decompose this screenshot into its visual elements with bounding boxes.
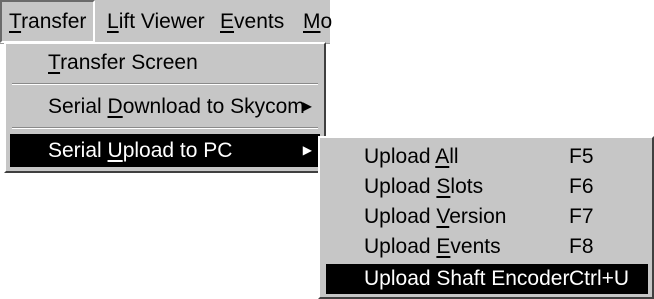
submenu-item-shortcut: F5 bbox=[569, 145, 594, 168]
menu-separator bbox=[12, 83, 318, 85]
submenu-item-label: Upload All bbox=[364, 145, 459, 168]
submenu-item-upload-events[interactable]: Upload Events F8 bbox=[326, 232, 648, 262]
menu-mo-accel: M bbox=[303, 10, 321, 33]
menu-bar: Transfer Lift Viewer Events Mo bbox=[0, 0, 332, 44]
submenu-item-upload-slots[interactable]: Upload Slots F6 bbox=[326, 172, 648, 202]
menu-item-label: Serial bbox=[48, 95, 108, 118]
menu-mo-label: o bbox=[320, 10, 333, 33]
upload-submenu: Upload All F5 Upload Slots F6 Upload Ver… bbox=[318, 136, 654, 299]
menu-events[interactable]: Events bbox=[213, 0, 291, 43]
menu-item-accel: D bbox=[107, 95, 123, 118]
submenu-item-upload-all[interactable]: Upload All F5 bbox=[326, 142, 648, 172]
application-window: Transfer Lift Viewer Events Mo Transfer … bbox=[0, 0, 654, 299]
menu-item-label: ransfer Screen bbox=[60, 51, 198, 74]
menu-transfer-label: ransfer bbox=[21, 10, 87, 33]
menu-item-label-rest: pload to PC bbox=[122, 139, 233, 162]
menu-events-accel: E bbox=[220, 10, 235, 33]
submenu-item-label: Upload Shaft Encoder bbox=[364, 267, 570, 290]
menu-item-label-rest: ownload to Skycom bbox=[122, 95, 305, 118]
submenu-arrow-icon: ▶ bbox=[302, 99, 312, 113]
menu-separator bbox=[12, 127, 318, 129]
submenu-arrow-icon: ▶ bbox=[302, 143, 312, 157]
menu-lift-viewer-accel: L bbox=[107, 10, 119, 33]
submenu-item-upload-version[interactable]: Upload Version F7 bbox=[326, 202, 648, 232]
submenu-item-shortcut: F8 bbox=[569, 235, 594, 258]
submenu-item-upload-shaft-encoder[interactable]: Upload Shaft Encoder Ctrl+U bbox=[326, 264, 648, 294]
submenu-item-label: Upload Slots bbox=[364, 175, 484, 198]
menu-item-transfer-screen[interactable]: Transfer Screen bbox=[10, 46, 320, 79]
menu-transfer[interactable]: Transfer bbox=[0, 0, 96, 43]
menu-events-label: vents bbox=[234, 10, 285, 33]
menu-mo[interactable]: Mo bbox=[296, 0, 339, 43]
menu-transfer-accel: T bbox=[9, 10, 22, 33]
submenu-item-shortcut: Ctrl+U bbox=[569, 267, 630, 290]
menu-lift-viewer[interactable]: Lift Viewer bbox=[100, 0, 212, 43]
submenu-item-label: Upload Version bbox=[364, 205, 507, 228]
menu-item-accel: U bbox=[107, 139, 123, 162]
menu-item-serial-download[interactable]: Serial Download to Skycom ▶ bbox=[10, 90, 320, 123]
submenu-item-shortcut: F6 bbox=[569, 175, 594, 198]
menu-lift-viewer-label: ift Viewer bbox=[118, 10, 205, 33]
menu-item-accel: T bbox=[48, 51, 61, 74]
menu-item-label: Serial bbox=[48, 139, 108, 162]
menu-item-serial-upload[interactable]: Serial Upload to PC ▶ bbox=[10, 134, 320, 167]
submenu-item-shortcut: F7 bbox=[569, 205, 594, 228]
transfer-dropdown-menu: Transfer Screen Serial Download to Skyco… bbox=[4, 42, 326, 173]
submenu-item-label: Upload Events bbox=[364, 235, 501, 258]
